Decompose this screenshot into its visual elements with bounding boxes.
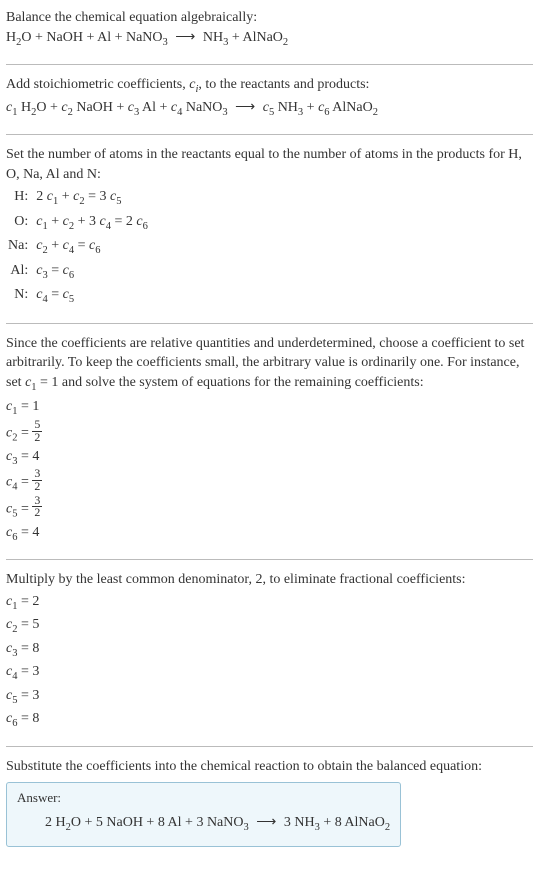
add-coeffs-text: Add stoichiometric coefficients, ci, to … — [6, 75, 533, 97]
balanced-equation: 2 H2O + 5 NaOH + 8 Al + 3 NaNO3 ⟶ 3 NH3 … — [17, 813, 390, 835]
unbalanced-equation: H2O + NaOH + Al + NaNO3 ⟶ NH3 + AlNaO2 — [6, 28, 533, 50]
list-item: c3 = 4 — [6, 447, 533, 469]
coeff-equation: c1 H2O + c2 NaOH + c3 Al + c4 NaNO3 ⟶ c5… — [6, 98, 533, 120]
integer-coefficient-list: c1 = 2 c2 = 5 c3 = 8 c4 = 3 c5 = 3 c6 = … — [6, 592, 533, 732]
list-item: c5 = 32 — [6, 497, 533, 522]
reaction-arrow-icon: ⟶ — [252, 813, 280, 833]
table-row: Na: c2 + c4 = c6 — [6, 235, 154, 259]
list-item: c6 = 4 — [6, 523, 533, 545]
reaction-arrow-icon: ⟶ — [171, 28, 199, 48]
list-item: c3 = 8 — [6, 639, 533, 661]
element-label: O: — [6, 211, 34, 235]
species-nano3: NaNO3 — [126, 30, 168, 45]
list-item: c5 = 3 — [6, 686, 533, 708]
reaction-arrow-icon: ⟶ — [231, 98, 259, 118]
section-answer: Substitute the coefficients into the che… — [6, 757, 533, 847]
equation-cell: 2 c1 + c2 = 3 c5 — [34, 186, 154, 210]
species-al: Al — [97, 30, 111, 45]
answer-label: Answer: — [17, 789, 390, 807]
list-item: c2 = 5 — [6, 615, 533, 637]
table-row: O: c1 + c2 + 3 c4 = 2 c6 — [6, 211, 154, 235]
list-item: c2 = 52 — [6, 421, 533, 446]
coefficient-list: c1 = 1 c2 = 52 c3 = 4 c4 = 32 c5 = 32 c6… — [6, 397, 533, 545]
section-multiply: Multiply by the least common denominator… — [6, 570, 533, 732]
section-balance-intro: Balance the chemical equation algebraica… — [6, 8, 533, 50]
species-naoh: NaOH — [46, 30, 83, 45]
equation-cell: c2 + c4 = c6 — [34, 235, 154, 259]
answer-box: Answer: 2 H2O + 5 NaOH + 8 Al + 3 NaNO3 … — [6, 782, 401, 847]
species-h2o: H2O — [6, 30, 32, 45]
intro-text: Balance the chemical equation algebraica… — [6, 8, 533, 28]
list-item: c4 = 32 — [6, 470, 533, 495]
equation-cell: c4 = c5 — [34, 284, 154, 308]
multiply-text: Multiply by the least common denominator… — [6, 570, 533, 590]
element-label: Al: — [6, 260, 34, 284]
table-row: H: 2 c1 + c2 = 3 c5 — [6, 186, 154, 210]
atom-equations-table: H: 2 c1 + c2 = 3 c5 O: c1 + c2 + 3 c4 = … — [6, 186, 154, 308]
divider — [6, 746, 533, 747]
list-item: c4 = 3 — [6, 662, 533, 684]
element-label: H: — [6, 186, 34, 210]
element-label: N: — [6, 284, 34, 308]
divider — [6, 134, 533, 135]
atom-eq-text: Set the number of atoms in the reactants… — [6, 145, 533, 184]
species-alnao2: AlNaO2 — [242, 30, 288, 45]
element-label: Na: — [6, 235, 34, 259]
equation-cell: c1 + c2 + 3 c4 = 2 c6 — [34, 211, 154, 235]
section-atom-equations: Set the number of atoms in the reactants… — [6, 145, 533, 309]
divider — [6, 559, 533, 560]
list-item: c1 = 2 — [6, 592, 533, 614]
solve-text: Since the coefficients are relative quan… — [6, 334, 533, 396]
divider — [6, 64, 533, 65]
table-row: N: c4 = c5 — [6, 284, 154, 308]
table-row: Al: c3 = c6 — [6, 260, 154, 284]
section-add-coeffs: Add stoichiometric coefficients, ci, to … — [6, 75, 533, 120]
list-item: c1 = 1 — [6, 397, 533, 419]
divider — [6, 323, 533, 324]
equation-cell: c3 = c6 — [34, 260, 154, 284]
list-item: c6 = 8 — [6, 709, 533, 731]
section-solve: Since the coefficients are relative quan… — [6, 334, 533, 545]
substitute-text: Substitute the coefficients into the che… — [6, 757, 533, 777]
species-nh3: NH3 — [203, 30, 228, 45]
